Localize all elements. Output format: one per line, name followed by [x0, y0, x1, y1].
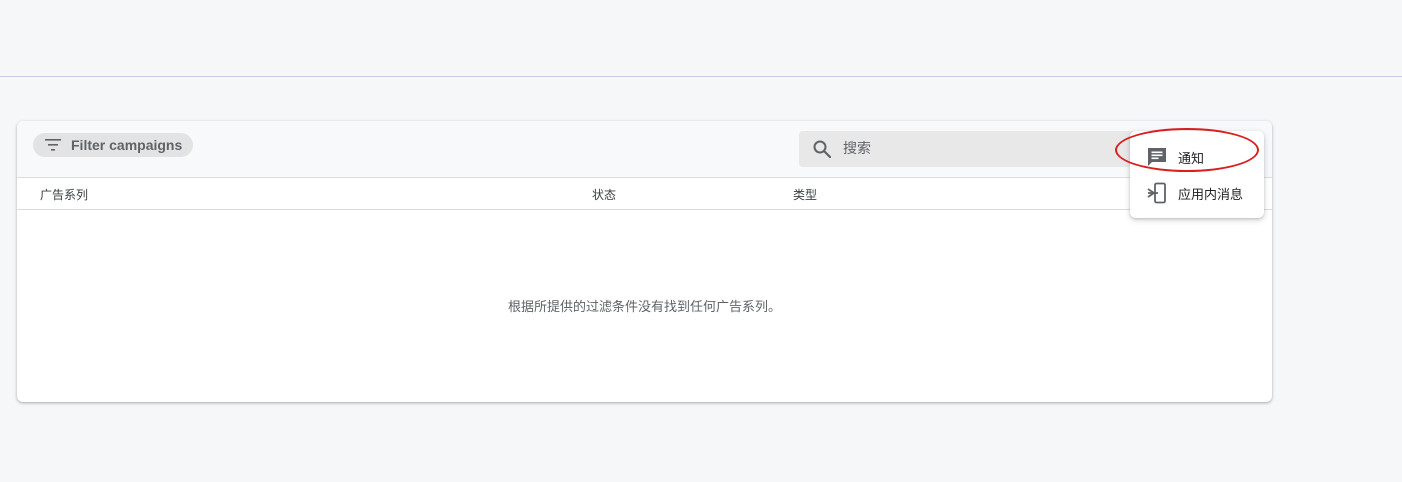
search-field[interactable]: [799, 131, 1139, 167]
filter-icon: [45, 139, 61, 151]
campaigns-toolbar: Filter campaigns: [17, 121, 1272, 178]
filter-campaigns-label: Filter campaigns: [71, 137, 183, 153]
column-header-status[interactable]: 状态: [592, 186, 616, 203]
create-type-menu: 通知 应用内消息: [1130, 131, 1264, 218]
menu-item-in-app-message[interactable]: 应用内消息: [1130, 176, 1264, 210]
empty-state-message: 根据所提供的过滤条件没有找到任何广告系列。: [507, 300, 781, 315]
search-icon: [813, 140, 831, 158]
campaigns-card: Filter campaigns 广告系列 状态 类型 根据所提供的过滤条件没有…: [17, 121, 1272, 402]
message-icon: [1146, 146, 1168, 168]
column-header-type[interactable]: 类型: [793, 186, 817, 203]
filter-campaigns-button[interactable]: Filter campaigns: [33, 133, 193, 157]
top-header-area: [0, 0, 1402, 77]
menu-item-in-app-message-label: 应用内消息: [1178, 187, 1244, 203]
table-header-row: 广告系列 状态 类型: [17, 178, 1272, 210]
in-app-message-icon: [1146, 182, 1168, 204]
column-header-campaign[interactable]: 广告系列: [40, 186, 88, 203]
menu-item-notification[interactable]: 通知: [1130, 140, 1264, 174]
search-input[interactable]: [841, 140, 1105, 158]
menu-item-notification-label: 通知: [1178, 151, 1205, 167]
